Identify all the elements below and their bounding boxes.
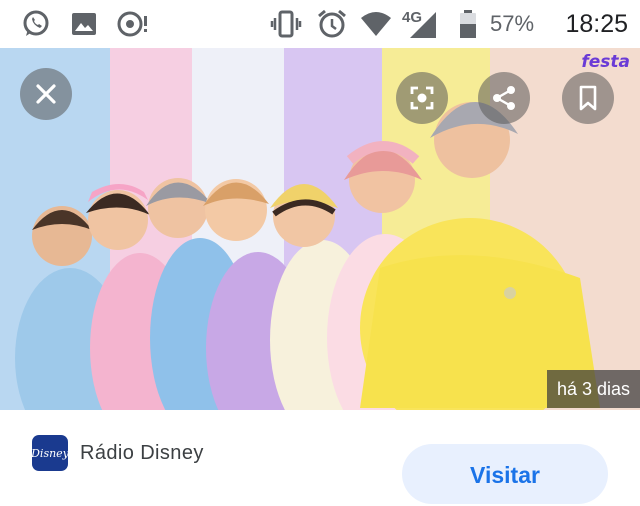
- wifi-icon: [360, 8, 392, 40]
- whatsapp-icon: [20, 8, 52, 40]
- podcast-icon: [116, 8, 148, 40]
- clock: 18:25: [565, 10, 628, 38]
- source-name: Rádio Disney: [80, 441, 204, 464]
- image-age-badge: há 3 dias: [546, 370, 640, 408]
- visit-button[interactable]: Visitar: [402, 444, 608, 504]
- signal-icon: [406, 8, 438, 40]
- image-icon: [68, 8, 100, 40]
- lens-search-button[interactable]: [396, 72, 448, 124]
- source-logo-text: Disney: [31, 446, 69, 460]
- bookmark-icon: [579, 85, 597, 111]
- group-photo-illustration: [15, 101, 600, 410]
- source-attribution[interactable]: Disney Rádio Disney: [31, 434, 204, 472]
- bookmark-button[interactable]: [562, 72, 614, 124]
- share-icon: [493, 86, 515, 110]
- battery-percent: 57%: [490, 11, 535, 36]
- image-preview[interactable]: festa há 3 dias: [0, 48, 640, 410]
- status-bar: 4G 57% 18:25: [0, 0, 640, 48]
- battery-icon: [452, 8, 484, 40]
- watermark-logo: festa: [581, 52, 630, 72]
- lens-icon: [410, 86, 434, 110]
- vibrate-icon: [270, 8, 302, 40]
- close-icon: [36, 84, 56, 104]
- close-button[interactable]: [20, 68, 72, 120]
- share-button[interactable]: [478, 72, 530, 124]
- alarm-icon: [316, 8, 348, 40]
- source-favicon: Disney: [31, 435, 69, 471]
